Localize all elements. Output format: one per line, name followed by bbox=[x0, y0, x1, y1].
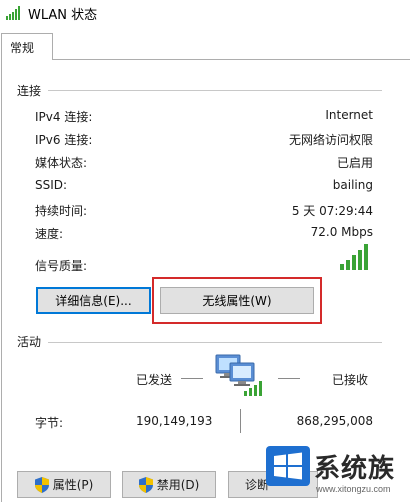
window-title: WLAN 状态 bbox=[28, 8, 98, 23]
duration-value: 5 天 07:29:44 bbox=[291, 204, 373, 218]
section-divider bbox=[48, 342, 382, 343]
ipv4-value: Internet bbox=[325, 108, 373, 122]
speed-value: 72.0 Mbps bbox=[310, 225, 373, 239]
details-button[interactable]: 详细信息(E)... bbox=[36, 287, 151, 314]
network-computers-icon bbox=[215, 354, 262, 396]
properties-button-label: 属性(P) bbox=[52, 478, 94, 492]
highlight-annotation bbox=[152, 277, 322, 324]
ipv6-value: 无网络访问权限 bbox=[288, 133, 373, 147]
bytes-divider bbox=[240, 409, 241, 433]
speed-label: 速度: bbox=[35, 227, 64, 241]
watermark-text: 系统族 bbox=[314, 454, 396, 484]
properties-button[interactable]: 属性(P) bbox=[17, 471, 111, 498]
duration-label: 持续时间: bbox=[35, 204, 88, 218]
ipv6-label: IPv6 连接: bbox=[35, 133, 93, 147]
ipv4-label: IPv4 连接: bbox=[35, 110, 93, 124]
sent-label: 已发送 bbox=[136, 373, 173, 387]
bytes-received-value: 868,295,008 bbox=[296, 414, 373, 428]
received-label: 已接收 bbox=[332, 373, 369, 387]
tab-general[interactable]: 常规 bbox=[1, 33, 53, 60]
sent-connector bbox=[181, 378, 203, 379]
ssid-label: SSID: bbox=[35, 178, 68, 192]
wifi-signal-icon bbox=[6, 6, 20, 20]
section-divider bbox=[48, 90, 382, 91]
disable-button[interactable]: 禁用(D) bbox=[122, 471, 216, 498]
signal-quality-label: 信号质量: bbox=[35, 259, 88, 273]
watermark: 系统族 www.xitongzu.com bbox=[262, 440, 411, 502]
windows-logo-icon bbox=[266, 446, 310, 486]
activity-section-label: 活动 bbox=[17, 335, 42, 349]
title-bar: WLAN 状态 bbox=[0, 0, 411, 26]
signal-strength-icon bbox=[340, 244, 368, 270]
bytes-label: 字节: bbox=[35, 416, 64, 430]
tab-general-label: 常规 bbox=[10, 41, 35, 55]
connection-section-label: 连接 bbox=[17, 84, 42, 98]
media-state-label: 媒体状态: bbox=[35, 156, 88, 170]
ssid-value: bailing bbox=[332, 178, 373, 192]
received-connector bbox=[278, 378, 300, 379]
media-state-value: 已启用 bbox=[336, 156, 373, 170]
uac-shield-icon bbox=[34, 476, 49, 493]
uac-shield-icon bbox=[138, 476, 153, 493]
disable-button-label: 禁用(D) bbox=[156, 478, 200, 492]
watermark-url: www.xitongzu.com bbox=[316, 484, 391, 494]
bytes-sent-value: 190,149,193 bbox=[136, 414, 213, 428]
